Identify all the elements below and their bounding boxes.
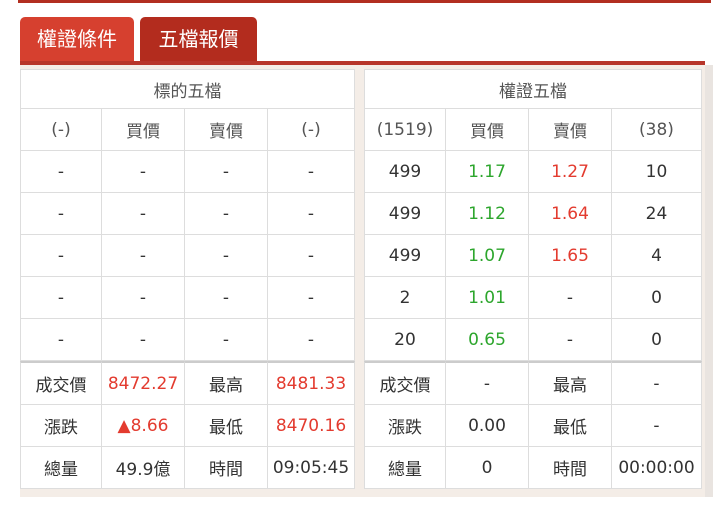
tab-warrant-conditions[interactable]: 權證條件 xyxy=(20,17,134,61)
column-header: (-) xyxy=(268,109,355,151)
stats-row-change: 漲跌 ▲8.66 最低 8470.16 xyxy=(20,405,355,447)
table-title: 權證五檔 xyxy=(364,69,702,109)
column-header-ask: 賣價 xyxy=(529,109,612,151)
stats-row-volume: 總量 49.9億 時間 09:05:45 xyxy=(20,447,355,489)
table-cell: - xyxy=(102,193,185,235)
table-cell: - xyxy=(185,235,268,277)
table-cell: - xyxy=(268,151,355,193)
stats-row-change: 漲跌 0.00 最低 - xyxy=(364,405,702,447)
table-cell: - xyxy=(185,193,268,235)
stat-label: 成交價 xyxy=(364,361,446,405)
table-cell: - xyxy=(20,277,102,319)
bid-volume: 499 xyxy=(364,235,446,277)
stats-row-volume: 總量 0 時間 00:00:00 xyxy=(364,447,702,489)
table-row: - - - - xyxy=(20,235,355,277)
column-header: (-) xyxy=(20,109,102,151)
column-header-bid-volume: (1519) xyxy=(364,109,446,151)
ask-volume: 0 xyxy=(612,277,702,319)
change-value: ▲8.66 xyxy=(102,405,185,447)
table-cell: - xyxy=(185,277,268,319)
column-header-bid: 買價 xyxy=(102,109,185,151)
stat-label: 總量 xyxy=(364,447,446,489)
high-value: 8481.33 xyxy=(268,361,355,405)
stat-label: 漲跌 xyxy=(364,405,446,447)
low-value: - xyxy=(612,405,702,447)
stat-label: 漲跌 xyxy=(20,405,102,447)
stat-label: 最低 xyxy=(529,405,612,447)
table-cell: - xyxy=(268,193,355,235)
panel-shadow xyxy=(705,65,713,497)
stat-label: 最低 xyxy=(185,405,268,447)
bid-price: 0.65 xyxy=(446,319,529,361)
stat-label: 時間 xyxy=(185,447,268,489)
ask-volume: 4 xyxy=(612,235,702,277)
stats-row-last-price: 成交價 8472.27 最高 8481.33 xyxy=(20,361,355,405)
stat-label: 最高 xyxy=(529,361,612,405)
bid-volume: 2 xyxy=(364,277,446,319)
table-cell: - xyxy=(268,277,355,319)
bid-price: 1.12 xyxy=(446,193,529,235)
volume-value: 49.9億 xyxy=(102,447,185,489)
ask-volume: 24 xyxy=(612,193,702,235)
table-title: 標的五檔 xyxy=(20,69,355,109)
time-value: 09:05:45 xyxy=(268,447,355,489)
bid-volume: 499 xyxy=(364,193,446,235)
table-cell: - xyxy=(268,319,355,361)
table-cell: - xyxy=(102,235,185,277)
column-header-bid: 買價 xyxy=(446,109,529,151)
table-row: 499 1.07 1.65 4 xyxy=(364,235,702,277)
table-row: 20 0.65 - 0 xyxy=(364,319,702,361)
stat-label: 成交價 xyxy=(20,361,102,405)
table-cell: - xyxy=(185,151,268,193)
stat-label: 最高 xyxy=(185,361,268,405)
low-value: 8470.16 xyxy=(268,405,355,447)
table-cell: - xyxy=(20,235,102,277)
ask-price: 1.64 xyxy=(529,193,612,235)
ask-price: 1.27 xyxy=(529,151,612,193)
table-cell: - xyxy=(102,277,185,319)
underlying-five-level-table: 標的五檔 (-) 買價 賣價 (-) - - - - - - - - - - -… xyxy=(20,69,355,489)
bid-price: 1.01 xyxy=(446,277,529,319)
tab-five-level-quotes[interactable]: 五檔報價 xyxy=(140,17,257,61)
time-value: 00:00:00 xyxy=(612,447,702,489)
ask-price: 1.65 xyxy=(529,235,612,277)
table-row: - - - - xyxy=(20,151,355,193)
bid-volume: 20 xyxy=(364,319,446,361)
column-header-ask-volume: (38) xyxy=(612,109,702,151)
table-row: 499 1.17 1.27 10 xyxy=(364,151,702,193)
ask-volume: 0 xyxy=(612,319,702,361)
column-header-ask: 賣價 xyxy=(185,109,268,151)
table-row: - - - - xyxy=(20,193,355,235)
table-cell: - xyxy=(20,319,102,361)
table-row: 499 1.12 1.64 24 xyxy=(364,193,702,235)
change-value: 0.00 xyxy=(446,405,529,447)
bid-price: 1.17 xyxy=(446,151,529,193)
table-row: - - - - xyxy=(20,319,355,361)
table-row: - - - - xyxy=(20,277,355,319)
table-cell: - xyxy=(102,151,185,193)
stat-label: 時間 xyxy=(529,447,612,489)
table-cell: - xyxy=(20,151,102,193)
table-cell: - xyxy=(20,193,102,235)
ask-volume: 10 xyxy=(612,151,702,193)
ask-price: - xyxy=(529,319,612,361)
top-border xyxy=(18,0,711,3)
bid-volume: 499 xyxy=(364,151,446,193)
volume-value: 0 xyxy=(446,447,529,489)
bid-price: 1.07 xyxy=(446,235,529,277)
high-value: - xyxy=(612,361,702,405)
stat-label: 總量 xyxy=(20,447,102,489)
last-price-value: - xyxy=(446,361,529,405)
last-price-value: 8472.27 xyxy=(102,361,185,405)
table-cell: - xyxy=(268,235,355,277)
table-row: 2 1.01 - 0 xyxy=(364,277,702,319)
stats-row-last-price: 成交價 - 最高 - xyxy=(364,361,702,405)
warrant-five-level-table: 權證五檔 (1519) 買價 賣價 (38) 499 1.17 1.27 10 … xyxy=(364,69,702,489)
table-cell: - xyxy=(185,319,268,361)
table-cell: - xyxy=(102,319,185,361)
ask-price: - xyxy=(529,277,612,319)
